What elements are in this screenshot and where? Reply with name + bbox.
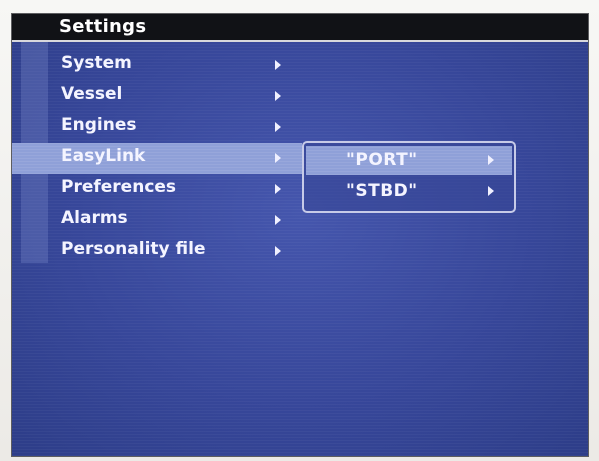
chevron-right-icon [275, 60, 281, 70]
settings-menu: System Vessel Engines EasyLink Preferenc… [12, 50, 302, 267]
chevron-right-icon [488, 186, 494, 196]
submenu-item-label: "STBD" [346, 181, 418, 201]
menu-item-label: EasyLink [61, 146, 146, 166]
menu-item-preferences[interactable]: Preferences [12, 174, 302, 205]
menu-item-system[interactable]: System [12, 50, 302, 81]
chevron-right-icon [275, 184, 281, 194]
menu-item-label: Preferences [61, 177, 177, 197]
page-title: Settings [59, 16, 147, 37]
device-bezel: Settings System Vessel Engines EasyLink … [0, 0, 599, 461]
menu-item-label: System [61, 53, 132, 73]
submenu-item-port[interactable]: "PORT" [306, 146, 512, 175]
menu-item-easylink[interactable]: EasyLink [12, 143, 302, 174]
chevron-right-icon [275, 122, 281, 132]
chevron-right-icon [275, 215, 281, 225]
chevron-right-icon [488, 155, 494, 165]
menu-item-alarms[interactable]: Alarms [12, 205, 302, 236]
easylink-submenu: "PORT" "STBD" [302, 141, 516, 213]
chevron-right-icon [275, 246, 281, 256]
menu-item-label: Engines [61, 115, 137, 135]
menu-item-vessel[interactable]: Vessel [12, 81, 302, 112]
menu-item-label: Alarms [61, 208, 128, 228]
submenu-item-label: "PORT" [346, 150, 418, 170]
menu-item-label: Vessel [61, 84, 123, 104]
display-screen: Settings System Vessel Engines EasyLink … [11, 13, 589, 457]
menu-item-personality-file[interactable]: Personality file [12, 236, 302, 267]
submenu-item-stbd[interactable]: "STBD" [306, 177, 512, 206]
chevron-right-icon [275, 153, 281, 163]
menu-item-label: Personality file [61, 239, 206, 259]
title-bar: Settings [12, 14, 588, 42]
chevron-right-icon [275, 91, 281, 101]
menu-item-engines[interactable]: Engines [12, 112, 302, 143]
